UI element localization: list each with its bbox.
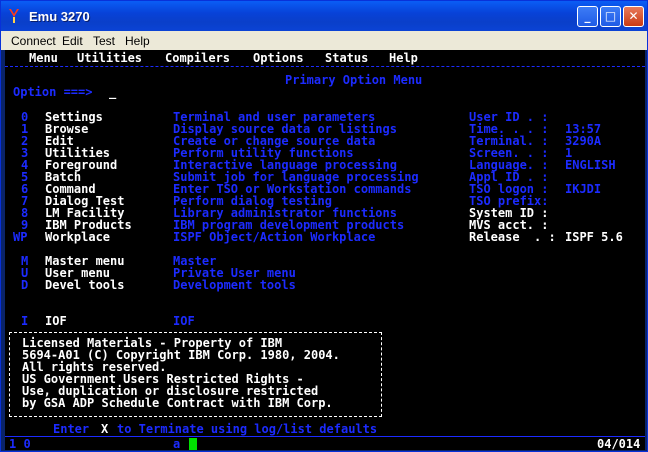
footer-enter: Enter <box>53 422 90 436</box>
menu-test[interactable]: Test <box>93 34 115 48</box>
info-label: Release . : <box>469 230 556 244</box>
option-desc: Development tools <box>173 278 296 292</box>
menu-help[interactable]: Help <box>125 34 150 48</box>
info-value: ENGLISH <box>565 158 616 172</box>
notice-line: by GSA ADP Schedule Contract with IBM Co… <box>22 396 333 410</box>
info-value: ISPF 5.6 <box>565 230 623 244</box>
close-icon[interactable]: ✕ <box>623 6 644 27</box>
option-code: D <box>21 278 29 292</box>
window-title: Emu 3270 <box>29 9 90 24</box>
menu-edit[interactable]: Edit <box>62 34 83 48</box>
ispf-menu-utilities[interactable]: Utilities <box>77 52 142 64</box>
action-bar-divider <box>5 66 645 67</box>
cursor-block <box>189 438 197 450</box>
option-code: I <box>21 314 29 328</box>
ispf-menu-help[interactable]: Help <box>389 52 418 64</box>
panel-title: Primary Option Menu <box>285 73 423 87</box>
status-left: 1 0 <box>9 437 31 451</box>
info-value: IKJDI <box>565 182 602 196</box>
ispf-menu-options[interactable]: Options <box>253 52 304 64</box>
ispf-menu-compilers[interactable]: Compilers <box>165 52 230 64</box>
title-bar[interactable]: Emu 3270 _ □ ✕ <box>1 1 647 31</box>
status-bar: 1 0 a 04/014 <box>5 436 645 451</box>
option-devel-tools[interactable]: Devel tools <box>45 279 124 291</box>
ispf-menu-status[interactable]: Status <box>325 52 368 64</box>
app-window: Emu 3270 _ □ ✕ Connect Edit Test Help Me… <box>0 0 648 452</box>
copyright-notice: Licensed Materials - Property of IBM 569… <box>9 332 382 417</box>
app-logo-icon <box>9 9 19 23</box>
command-label: Option ===> <box>13 85 93 99</box>
terminal-screen[interactable]: Menu Utilities Compilers Options Status … <box>5 50 645 450</box>
footer-message: to Terminate using log/list defaults <box>117 422 378 436</box>
ispf-menu-menu[interactable]: Menu <box>29 52 58 64</box>
menu-bar: Connect Edit Test Help <box>1 31 647 50</box>
minimize-icon[interactable]: _ <box>577 6 598 27</box>
option-code: WP <box>13 230 28 244</box>
option-iof[interactable]: IOF <box>45 315 67 327</box>
option-desc: IOF <box>173 314 195 328</box>
maximize-icon[interactable]: □ <box>600 6 621 27</box>
cursor-position: 04/014 <box>597 437 641 451</box>
footer-x-key: X <box>101 422 109 436</box>
command-input[interactable]: _ <box>109 86 116 98</box>
option-workplace[interactable]: Workplace <box>45 231 110 243</box>
status-indicator: a <box>173 437 181 451</box>
option-desc: ISPF Object/Action Workplace <box>173 230 376 244</box>
menu-connect[interactable]: Connect <box>11 34 56 48</box>
